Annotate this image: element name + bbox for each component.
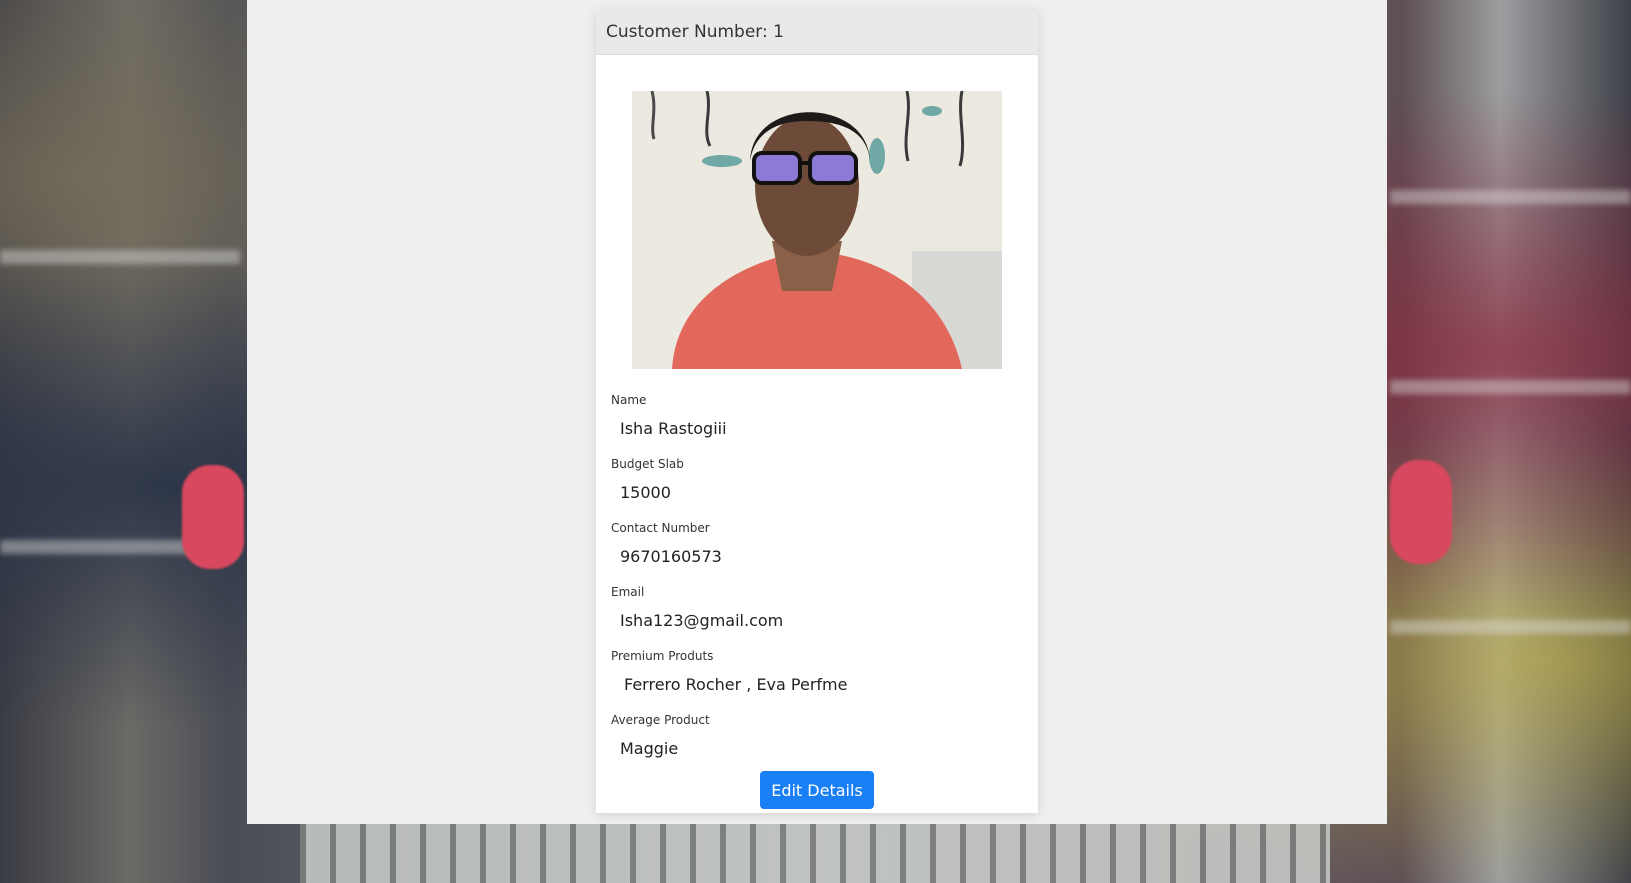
customer-number-title: Customer Number: 1	[606, 22, 784, 42]
background-shelf	[1390, 620, 1631, 634]
cart-handle-left	[182, 465, 244, 569]
email-value: Isha123@gmail.com	[620, 611, 784, 630]
background-shelf	[1390, 380, 1631, 394]
cart-bars	[300, 824, 1330, 883]
name-value: Isha Rastogiii	[620, 419, 727, 438]
customer-details: Name Isha Rastogiii Budget Slab 15000 Co…	[611, 391, 1026, 775]
background-shelf	[0, 250, 240, 264]
premium-products-value: Ferrero Rocher , Eva Perfme	[624, 675, 848, 694]
premium-products-label: Premium Produts	[611, 649, 714, 663]
customer-photo	[632, 91, 1002, 369]
contact-number-value: 9670160573	[620, 547, 722, 566]
background-shelf	[1390, 190, 1631, 204]
average-product-label: Average Product	[611, 713, 710, 727]
name-label: Name	[611, 393, 647, 407]
budget-slab-label: Budget Slab	[611, 457, 684, 471]
average-product-value: Maggie	[620, 739, 679, 758]
contact-number-label: Contact Number	[611, 521, 710, 535]
budget-slab-value: 15000	[620, 483, 671, 502]
cart-handle-right	[1390, 460, 1452, 564]
customer-card: Customer Number: 1 Name Isha Rastogiii B…	[596, 10, 1038, 813]
card-header: Customer Number: 1	[596, 10, 1038, 55]
edit-details-button[interactable]: Edit Details	[760, 771, 874, 809]
email-label: Email	[611, 585, 645, 599]
